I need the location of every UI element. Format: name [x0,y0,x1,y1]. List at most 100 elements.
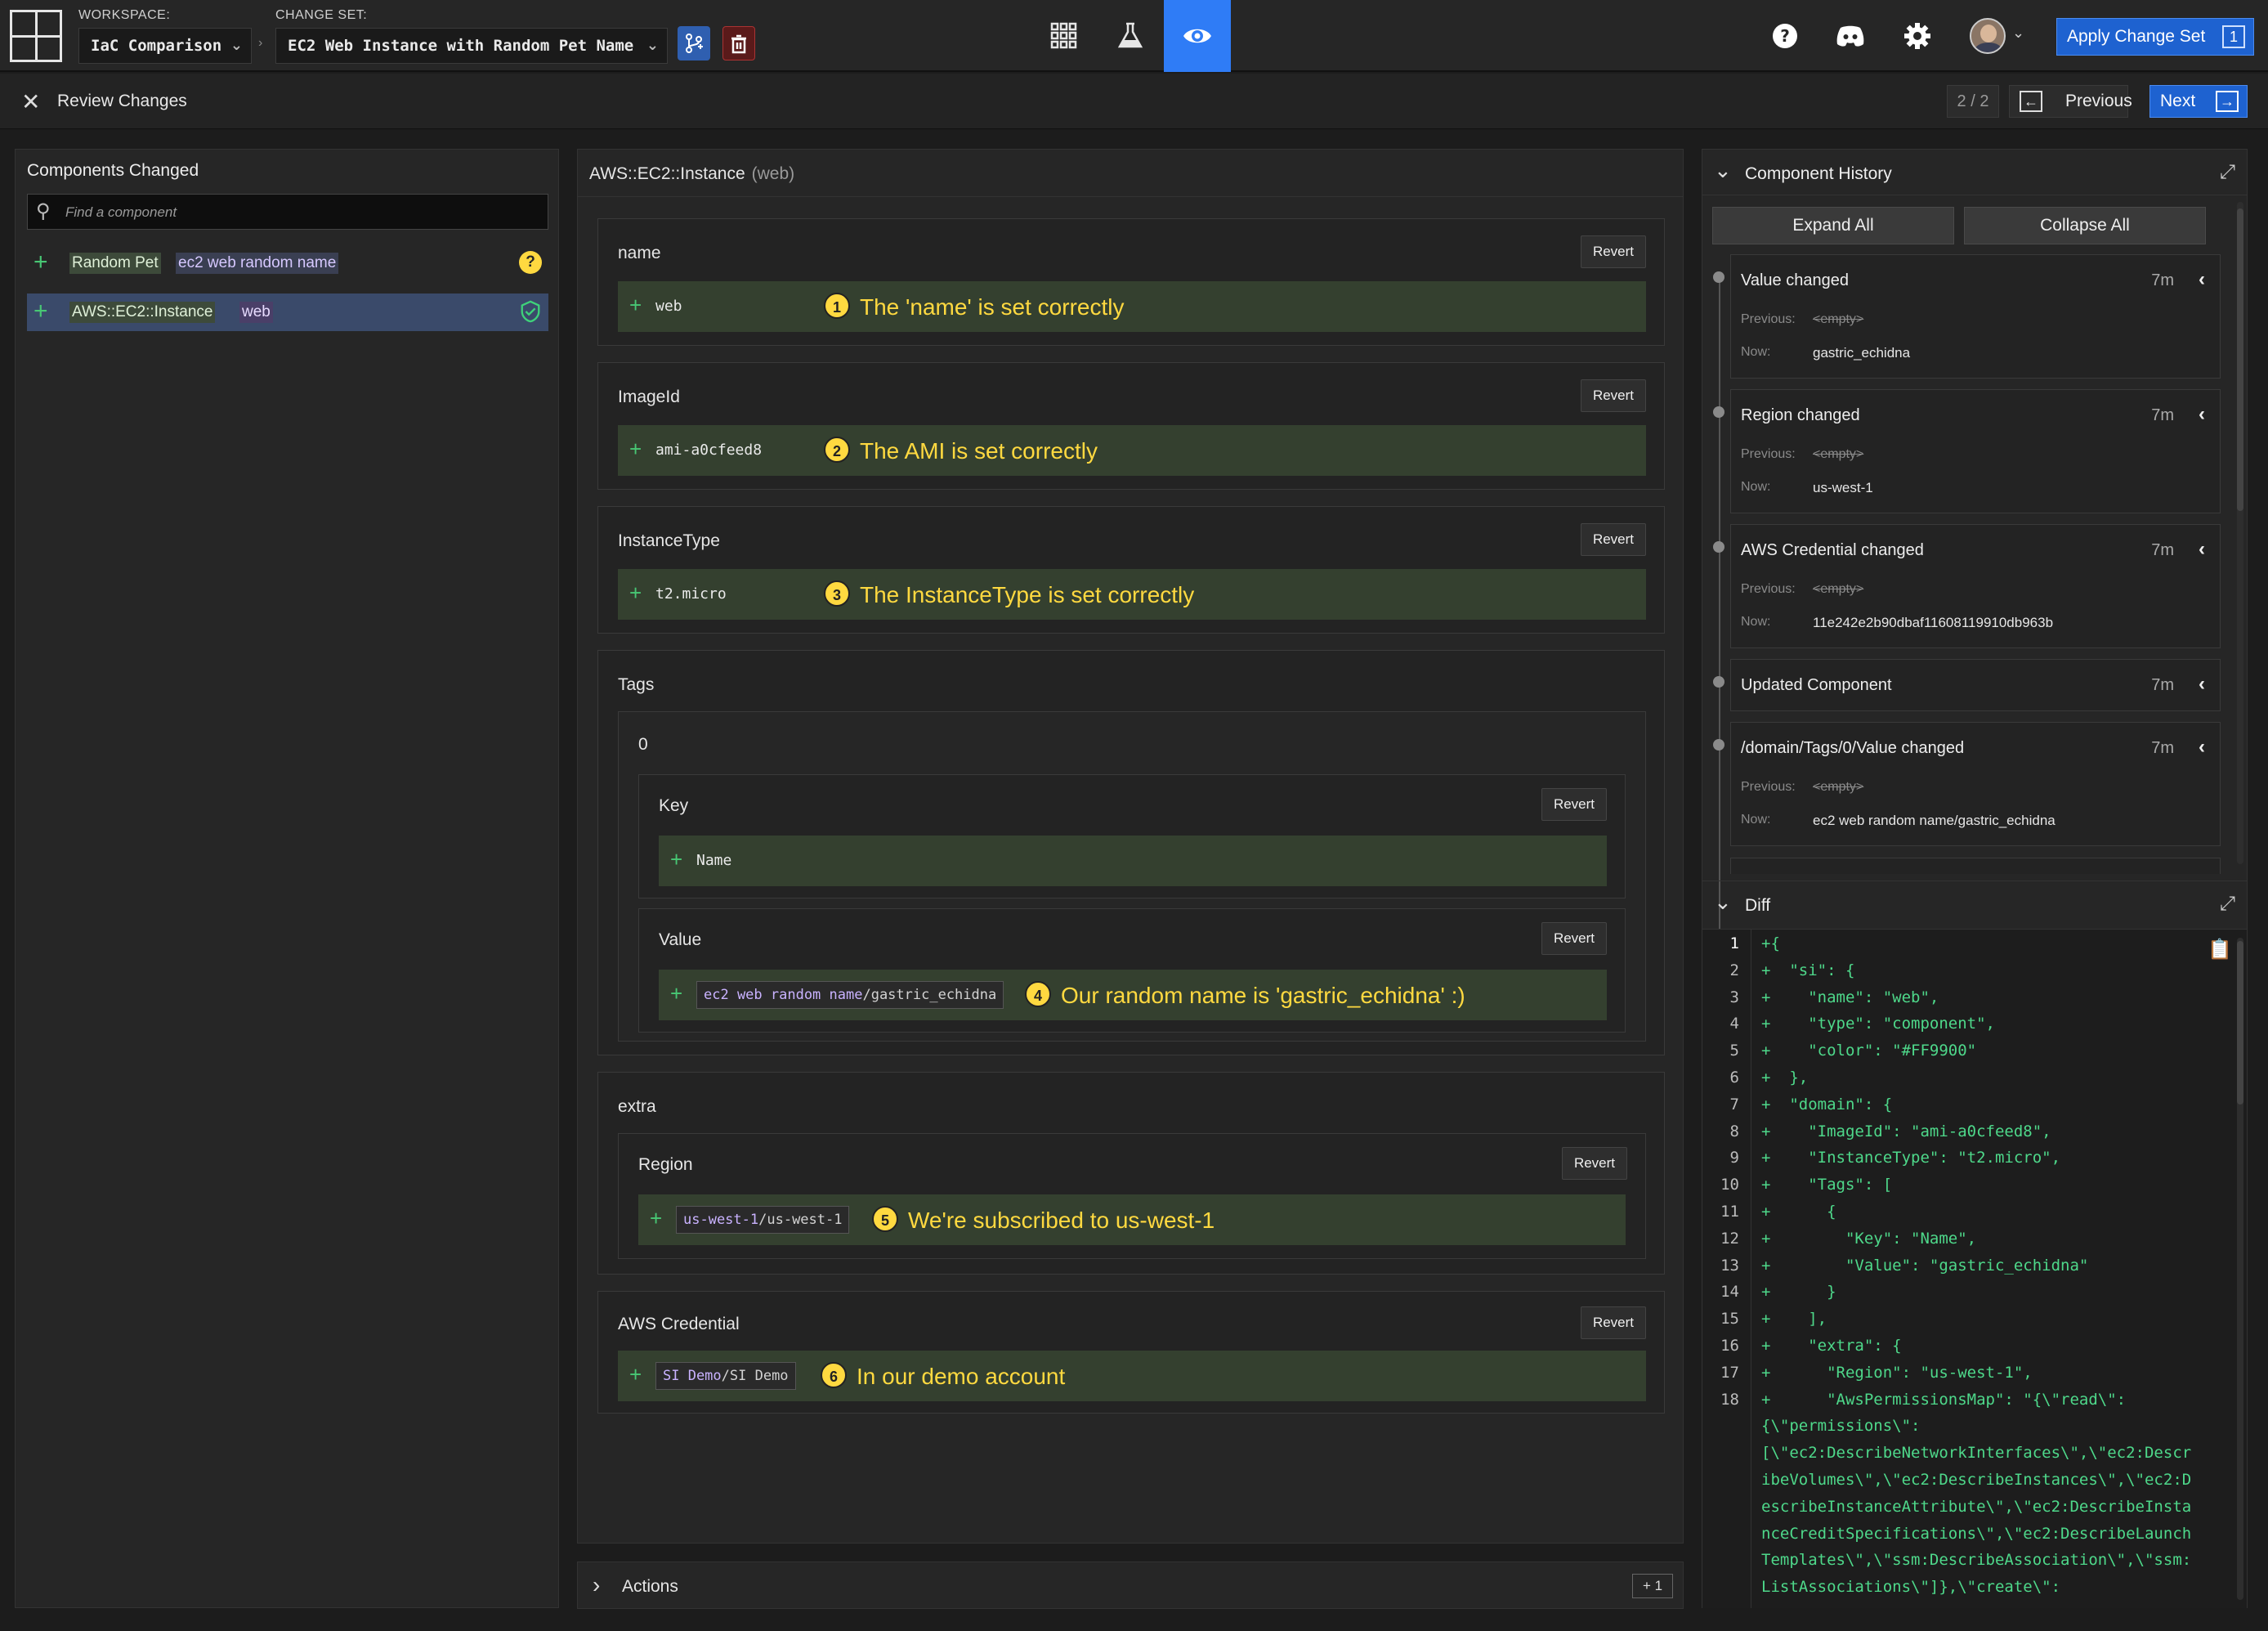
diff-line: nceCreditSpecifications\",\"ec2:Describe… [1761,1524,2192,1543]
branch-icon [686,34,703,53]
expand-all-button[interactable]: Expand All [1712,207,1954,244]
component-history-header[interactable]: ⌄ Component History ⤢ [1702,150,2247,195]
review-tab[interactable] [1164,0,1231,72]
added-icon: + [629,580,642,605]
user-menu[interactable]: ⌄ [1970,18,2027,56]
history-entry[interactable]: Updated Component 7m ‹ [1713,659,2221,711]
revert-button[interactable]: Revert [1581,379,1646,412]
line-number: 17 [1720,1363,1739,1382]
diff-line: + "InstanceType": "t2.micro", [1761,1149,2061,1167]
history-title: Region changed [1741,406,1860,424]
model-view-tab[interactable] [1031,0,1098,72]
diff-code-view[interactable]: 1 2 3 4 5 6 7 8 9 10 11 12 13 14 15 16 17 18 +{+ "si": {+… [1702,930,2247,1608]
attribute-name: name Revert + web 1 The 'name' is set cor… [597,218,1665,346]
chevron-left-icon[interactable]: ‹ [2199,736,2205,759]
history-entry-partial [1730,858,2221,874]
app-logo[interactable] [10,10,62,62]
diff-line: escribeInstanceAttribute\",\"ec2:Describ… [1761,1497,2192,1516]
revert-button[interactable]: Revert [1581,235,1646,268]
component-row-ec2-instance[interactable]: + AWS::EC2::Instance web [27,293,548,331]
line-number: 5 [1729,1042,1739,1060]
revert-button[interactable]: Revert [1562,1147,1627,1180]
diff-scrollbar-thumb[interactable] [2237,941,2243,1105]
history-scrollbar-thumb[interactable] [2237,208,2243,511]
value-chip: us-west-1/us-west-1 [676,1206,850,1234]
value-row: + us-west-1/us-west-1 5 We're subscribed … [638,1194,1626,1245]
previous-button[interactable]: ← Previous [2009,85,2132,118]
abandon-changeset-button[interactable] [722,26,755,60]
chevron-left-icon[interactable]: ‹ [2199,268,2205,291]
tag-index: 0 [638,735,648,754]
line-number-gutter: 1 2 3 4 5 6 7 8 9 10 11 12 13 14 15 16 17 18 [1702,930,1751,1608]
chevron-down-icon: ⌄ [646,37,659,54]
pager-indicator: 2 / 2 [1947,85,1999,118]
added-icon: + [629,293,642,317]
help-button[interactable]: ? [1767,18,1803,54]
diff-header[interactable]: ⌄ Diff ⤢ [1702,880,2247,930]
history-entry[interactable]: /domain/Tags/0/Value changed 7m ‹ Previo… [1713,722,2221,846]
workspace-select[interactable]: IaC Comparison ⌄ [78,28,252,64]
attribute-title: AWS Credential [618,1315,740,1333]
diff-line: + "ImageId": "ami-a0cfeed8", [1761,1122,2051,1140]
trash-icon [731,34,746,54]
chevron-left-icon[interactable]: ‹ [2199,673,2205,696]
value-row: + SI Demo/SI Demo 6 In our demo account [618,1351,1646,1401]
history-entry[interactable]: AWS Credential changed 7m ‹ Previous: <e… [1713,524,2221,648]
apply-changeset-button[interactable]: Apply Change Set 1 [2056,18,2254,56]
line-number: 9 [1729,1149,1739,1167]
revert-button[interactable]: Revert [1541,922,1607,955]
settings-button[interactable] [1899,18,1935,54]
next-button[interactable]: Next → [2149,85,2248,118]
clipboard-icon[interactable]: 📋 [2208,938,2232,961]
chevron-left-icon[interactable]: ‹ [2199,538,2205,561]
annotation: 4 Our random name is 'gastric_echidna' :) [1025,981,1465,1009]
page-title: Review Changes [57,92,187,110]
attribute-title: ImageId [618,388,680,406]
changeset-select[interactable]: EC2 Web Instance with Random Pet Name ⌄ [275,28,668,64]
workspace-label: WORKSPACE: [78,8,171,22]
component-search-input[interactable]: ⚲ Find a component [27,194,548,230]
line-number: 2 [1729,961,1739,979]
chevron-left-icon[interactable]: ‹ [2199,403,2205,426]
expand-icon[interactable]: ⤢ [2220,893,2235,916]
component-kind: Random Pet [69,253,161,274]
collapse-all-button[interactable]: Collapse All [1964,207,2206,244]
eye-icon [1183,29,1211,43]
diff-line: Templates\",\"ssm:DescribeAssociation\",… [1761,1551,2192,1570]
line-number: 15 [1720,1310,1739,1329]
annotation: 2 The AMI is set correctly [824,437,1098,464]
component-history-title: Component History [1745,164,1892,183]
discord-button[interactable] [1832,18,1868,54]
value-chip: SI Demo/SI Demo [655,1362,796,1390]
tag-value: Value Revert + ec2 web random name/gastr… [638,908,1626,1033]
revert-button[interactable]: Revert [1541,788,1607,821]
timeline-dot [1713,271,1724,283]
attribute-aws-credential: AWS Credential Revert + SI Demo/SI Demo … [597,1291,1665,1414]
attribute-title: extra [618,1097,656,1116]
revert-button[interactable]: Revert [1581,523,1646,556]
customize-tab[interactable] [1097,0,1164,72]
added-icon: + [629,437,642,461]
line-number: 6 [1729,1069,1739,1087]
diff-line: + "color": "#FF9900" [1761,1042,1977,1060]
history-entry[interactable]: Value changed 7m ‹ Previous: <empty> Now… [1713,254,2221,379]
component-row-random-pet[interactable]: + Random Pet ec2 web random name ? [27,244,548,282]
value-row: + t2.micro 3 The InstanceType is set corr… [618,569,1646,620]
attribute-title: InstanceType [618,531,720,550]
revert-button[interactable]: Revert [1581,1306,1646,1339]
help-icon: ? [1773,24,1797,48]
annotation-badge: 4 [1025,981,1051,1007]
actions-title: Actions [622,1577,678,1596]
history-entry[interactable]: Region changed 7m ‹ Previous: <empty> No… [1713,389,2221,513]
actions-panel-toggle[interactable]: › Actions + 1 [577,1562,1684,1609]
diff-line: + "Tags": [ [1761,1176,1893,1194]
search-icon: ⚲ [36,200,51,222]
line-number: 16 [1720,1337,1739,1355]
chevron-down-icon: ⌄ [2012,25,2025,42]
value-chip: ec2 web random name/gastric_echidna [696,981,1004,1009]
create-changeset-button[interactable] [678,26,710,60]
chevron-right-icon: › [593,1572,601,1597]
close-icon[interactable]: ✕ [21,88,40,115]
expand-icon[interactable]: ⤢ [2220,161,2235,184]
flask-icon [1117,22,1143,48]
